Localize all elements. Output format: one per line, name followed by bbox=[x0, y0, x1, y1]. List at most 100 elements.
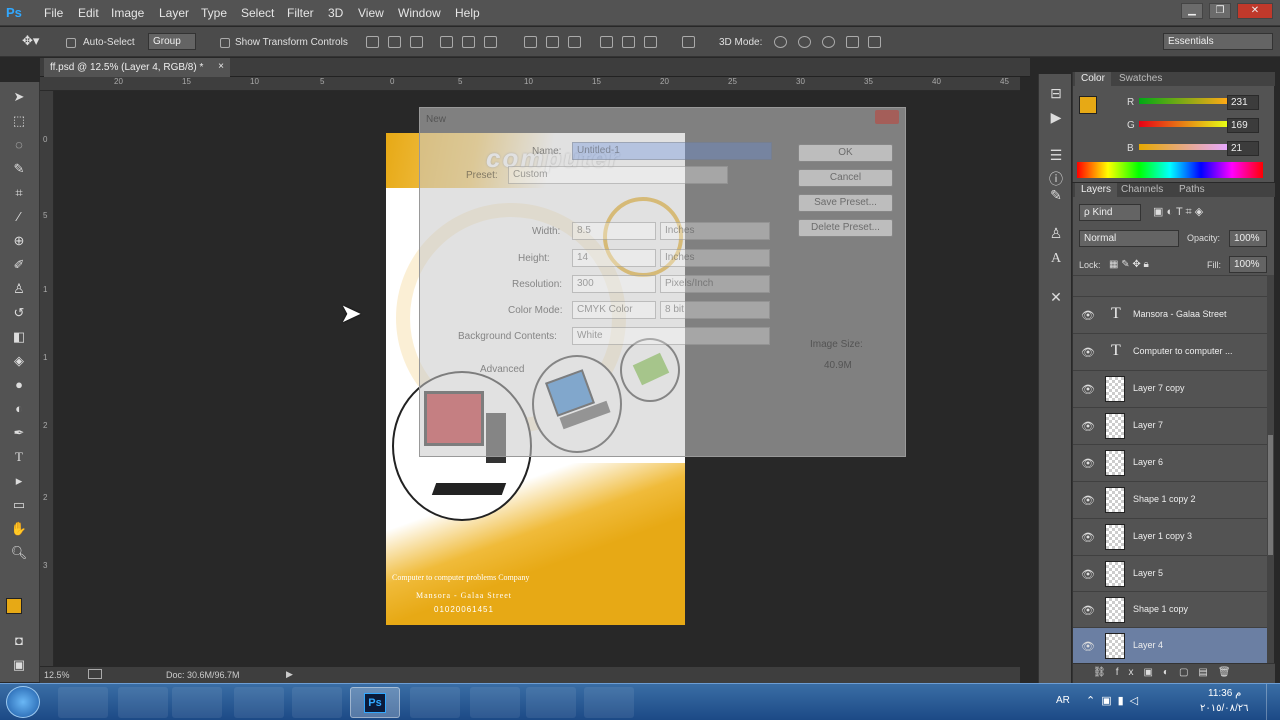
height-input[interactable]: 14 bbox=[572, 249, 656, 267]
app-icon[interactable] bbox=[470, 687, 520, 718]
width-unit-select[interactable]: Inches bbox=[660, 222, 770, 240]
cancel-button[interactable]: Cancel bbox=[798, 169, 893, 187]
align-vcenter-icon[interactable] bbox=[388, 36, 401, 48]
3d-slide-icon[interactable] bbox=[846, 36, 859, 48]
tab-swatches[interactable]: Swatches bbox=[1113, 72, 1168, 86]
show-desktop-button[interactable] bbox=[1266, 684, 1280, 720]
3d-rotate-icon[interactable] bbox=[774, 36, 787, 48]
filter-icons[interactable]: ▣ ◐ T ⌗ ◈ bbox=[1153, 205, 1203, 219]
3d-roll-icon[interactable] bbox=[798, 36, 811, 48]
layer-row[interactable]: 👁︎ Layer 7 copy bbox=[1073, 370, 1268, 406]
tab-color[interactable]: Color bbox=[1075, 72, 1111, 86]
visibility-eye-icon[interactable]: 👁︎ bbox=[1081, 420, 1095, 433]
paint-bucket-icon[interactable]: ◈ bbox=[10, 352, 28, 370]
app-icon[interactable] bbox=[292, 687, 342, 718]
tab-channels[interactable]: Channels bbox=[1115, 183, 1169, 197]
menu-3d[interactable]: 3D bbox=[328, 6, 343, 20]
opacity-input[interactable]: 100% bbox=[1229, 230, 1267, 247]
menu-help[interactable]: Help bbox=[455, 6, 480, 20]
menu-filter[interactable]: Filter bbox=[287, 6, 314, 20]
align-top-icon[interactable] bbox=[366, 36, 379, 48]
visibility-eye-icon[interactable]: 👁︎ bbox=[1081, 494, 1095, 507]
quick-select-icon[interactable]: ✎ bbox=[10, 160, 28, 178]
dialog-close-icon[interactable] bbox=[875, 110, 899, 124]
distribute-bottom-icon[interactable] bbox=[568, 36, 581, 48]
pen-tool-icon[interactable]: ✒ bbox=[10, 424, 28, 442]
align-right-icon[interactable] bbox=[484, 36, 497, 48]
photoshop-taskbar-icon[interactable]: Ps bbox=[350, 687, 400, 718]
distribute-left-icon[interactable] bbox=[600, 36, 613, 48]
visibility-eye-icon[interactable]: 👁︎ bbox=[1081, 309, 1095, 322]
menu-select[interactable]: Select bbox=[241, 6, 274, 20]
name-input[interactable]: Untitled-1 bbox=[572, 142, 772, 160]
history-panel-icon[interactable]: ⊟ bbox=[1047, 84, 1065, 102]
width-input[interactable]: 8.5 bbox=[572, 222, 656, 240]
red-value[interactable]: 231 bbox=[1227, 95, 1259, 110]
group-select[interactable]: Group bbox=[148, 33, 196, 50]
background-contents-select[interactable]: White bbox=[572, 327, 770, 345]
chrome-icon[interactable] bbox=[234, 687, 284, 718]
height-unit-select[interactable]: Inches bbox=[660, 249, 770, 267]
visibility-eye-icon[interactable]: 👁︎ bbox=[1081, 457, 1095, 470]
tool-presets-icon[interactable]: ✕ bbox=[1047, 288, 1065, 306]
character-panel-icon[interactable]: A bbox=[1047, 250, 1065, 268]
explorer-icon[interactable] bbox=[118, 687, 168, 718]
blue-value[interactable]: 21 bbox=[1227, 141, 1259, 156]
eraser-tool-icon[interactable]: ◧ bbox=[10, 328, 28, 346]
clock-time[interactable]: 11:36 م bbox=[1208, 688, 1241, 699]
zoom-level[interactable]: 12.5% bbox=[44, 670, 70, 680]
delete-preset-button[interactable]: Delete Preset... bbox=[798, 219, 893, 237]
layer-row[interactable]: 👁︎ Layer 7 bbox=[1073, 407, 1268, 443]
layer-row[interactable]: 👁︎ Layer 5 bbox=[1073, 555, 1268, 591]
distribute-top-icon[interactable] bbox=[524, 36, 537, 48]
clone-source-panel-icon[interactable]: ♙ bbox=[1047, 224, 1065, 242]
show-transform-checkbox[interactable] bbox=[220, 38, 230, 48]
layer-row-selected[interactable]: 👁︎ Layer 4 bbox=[1073, 627, 1268, 663]
blur-tool-icon[interactable]: ● bbox=[10, 376, 28, 394]
visibility-eye-icon[interactable]: 👁︎ bbox=[1081, 531, 1095, 544]
eyedropper-icon[interactable]: ⁄ bbox=[10, 208, 28, 226]
align-hcenter-icon[interactable] bbox=[462, 36, 475, 48]
layer-row[interactable]: 👁︎ Shape 1 copy bbox=[1073, 591, 1268, 627]
kind-filter-select[interactable]: ρ Kind bbox=[1079, 204, 1141, 221]
distribute-vcenter-icon[interactable] bbox=[546, 36, 559, 48]
language-indicator[interactable]: AR bbox=[1056, 695, 1070, 706]
distribute-hcenter-icon[interactable] bbox=[622, 36, 635, 48]
lasso-tool-icon[interactable]: ◌ bbox=[10, 136, 28, 154]
blend-mode-select[interactable]: Normal bbox=[1079, 230, 1179, 247]
properties-panel-icon[interactable]: ☰ bbox=[1047, 146, 1065, 164]
menu-window[interactable]: Window bbox=[398, 6, 441, 20]
app-icon[interactable] bbox=[410, 687, 460, 718]
resolution-unit-select[interactable]: Pixels/Inch bbox=[660, 275, 770, 293]
zoom-tool-icon[interactable]: 🔍︎ bbox=[10, 544, 28, 562]
healing-brush-icon[interactable]: ⊕ bbox=[10, 232, 28, 250]
layer-row[interactable]: 👁︎ Shape 1 copy 2 bbox=[1073, 481, 1268, 517]
restore-button[interactable]: ❐ bbox=[1209, 3, 1231, 19]
menu-file[interactable]: File bbox=[44, 6, 63, 20]
align-left-icon[interactable] bbox=[440, 36, 453, 48]
ie-icon[interactable] bbox=[58, 687, 108, 718]
start-button[interactable] bbox=[6, 686, 40, 718]
close-button[interactable]: ✕ bbox=[1237, 3, 1273, 19]
3d-drag-icon[interactable] bbox=[822, 36, 835, 48]
menu-type[interactable]: Type bbox=[201, 6, 227, 20]
app-icon[interactable] bbox=[584, 687, 634, 718]
color-mode-select[interactable]: CMYK Color bbox=[572, 301, 656, 319]
screen-mode-icon[interactable]: ▣ bbox=[10, 656, 28, 674]
blue-slider[interactable] bbox=[1139, 144, 1227, 150]
foreground-color-swatch[interactable] bbox=[6, 598, 22, 614]
crop-tool-icon[interactable]: ⌗ bbox=[10, 184, 28, 202]
visibility-eye-icon[interactable]: 👁︎ bbox=[1081, 604, 1095, 617]
visibility-eye-icon[interactable]: 👁︎ bbox=[1081, 383, 1095, 396]
menu-view[interactable]: View bbox=[358, 6, 384, 20]
layers-scrollbar[interactable] bbox=[1267, 275, 1274, 663]
3d-scale-icon[interactable] bbox=[868, 36, 881, 48]
history-brush-icon[interactable]: ↺ bbox=[10, 304, 28, 322]
visibility-eye-icon[interactable]: 👁︎ bbox=[1081, 568, 1095, 581]
brush-tool-icon[interactable]: ✐ bbox=[10, 256, 28, 274]
tab-paths[interactable]: Paths bbox=[1173, 183, 1211, 197]
marquee-tool-icon[interactable]: ⬚ bbox=[10, 112, 28, 130]
path-select-icon[interactable]: ▸ bbox=[10, 472, 28, 490]
layer-row[interactable]: 👁︎ Layer 6 bbox=[1073, 444, 1268, 480]
layer-row[interactable]: 👁︎ T Mansora - Galaa Street bbox=[1073, 296, 1268, 332]
